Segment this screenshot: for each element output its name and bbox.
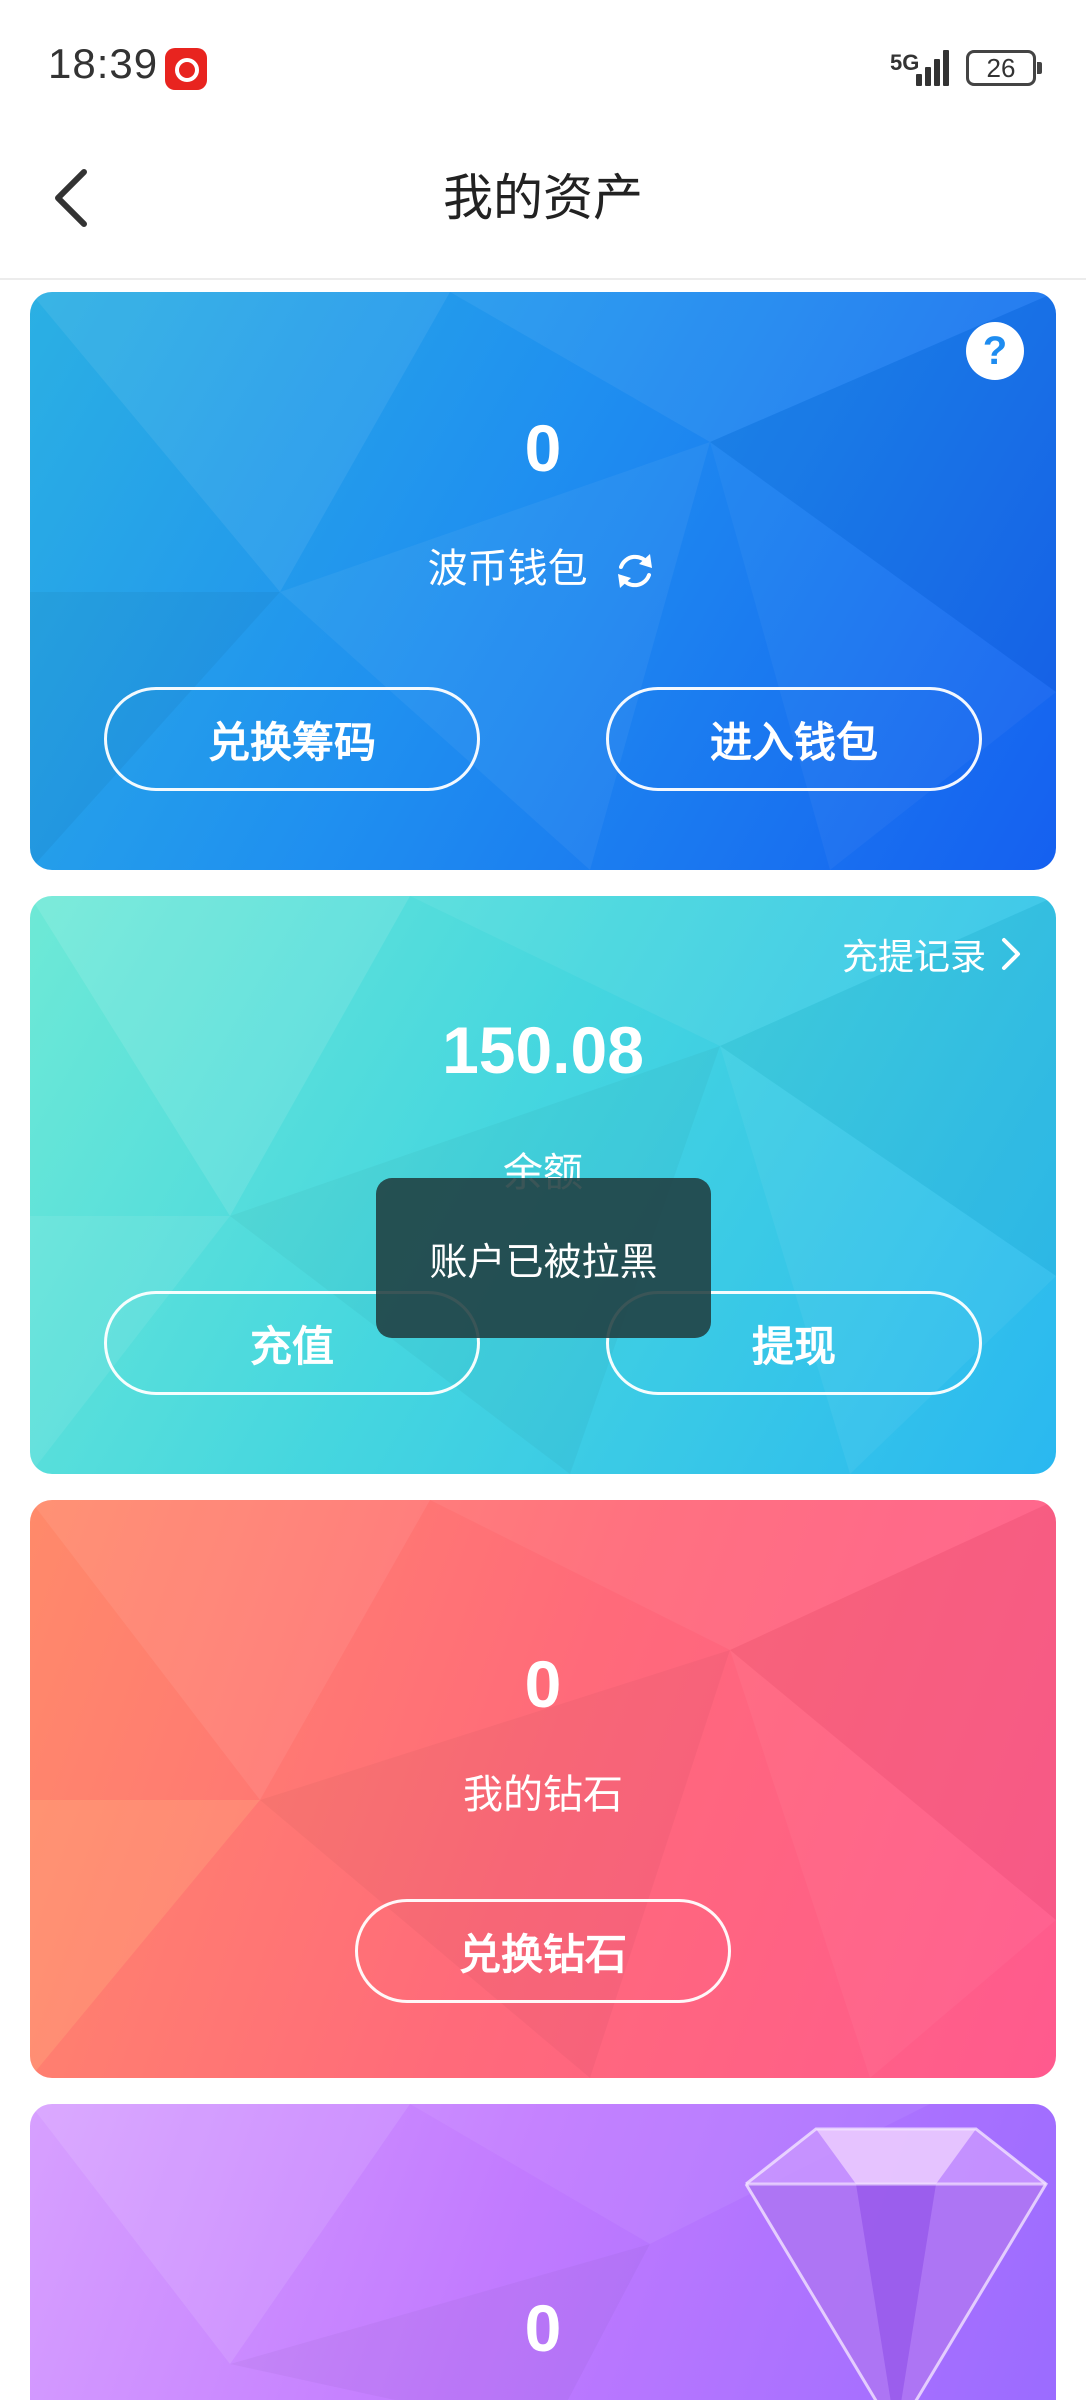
battery-icon: 26: [966, 50, 1042, 86]
netease-music-icon: [165, 48, 207, 90]
wallet-label: 波币钱包: [427, 546, 588, 592]
wallet-label-row: 波币钱包: [30, 536, 1056, 594]
exchange-chips-button[interactable]: 兑换筹码: [104, 687, 480, 791]
wallet-card: ? 0 波币钱包 兑换筹码 进入钱包: [30, 292, 1056, 870]
diamond-value: 0: [524, 1647, 562, 1721]
nav-bar: 我的资产: [0, 130, 1086, 280]
gem-value: 0: [524, 2291, 562, 2365]
status-bar: 18:39 5G 26: [0, 0, 1086, 130]
recharge-withdraw-records-link[interactable]: 充提记录: [842, 926, 1026, 982]
page-title: 我的资产: [443, 169, 643, 227]
records-link-label: 充提记录: [841, 937, 986, 978]
diamond-label: 我的钻石: [463, 1772, 623, 1818]
help-icon[interactable]: ?: [966, 322, 1024, 380]
signal-icon: [912, 46, 952, 86]
battery-level: 26: [986, 53, 1016, 83]
refresh-icon[interactable]: [612, 548, 658, 594]
chevron-right-icon: [1002, 938, 1020, 970]
diamond-card: 0 我的钻石 兑换钻石: [30, 1500, 1056, 2078]
toast-message: 账户已被拉黑: [376, 1178, 711, 1338]
status-time: 18:39: [48, 40, 159, 87]
gem-card: 0: [30, 2104, 1056, 2400]
enter-wallet-button[interactable]: 进入钱包: [606, 687, 982, 791]
exchange-diamonds-button[interactable]: 兑换钻石: [355, 1899, 731, 2003]
balance-value: 150.08: [442, 1013, 644, 1087]
wallet-value: 0: [524, 411, 562, 485]
